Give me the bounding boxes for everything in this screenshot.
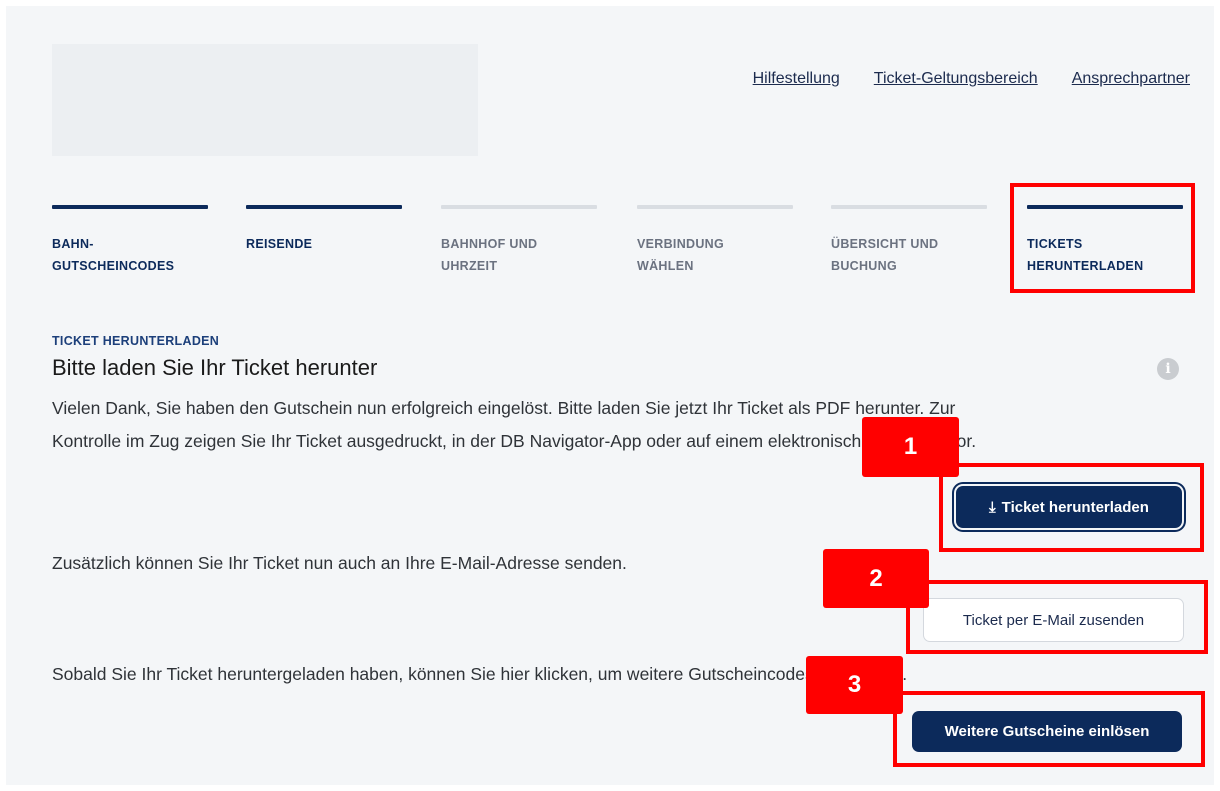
step-bar xyxy=(246,205,402,209)
highlight-box-3 xyxy=(893,691,1205,767)
intro-line-2: Kontrolle im Zug zeigen Sie Ihr Ticket a… xyxy=(52,431,977,451)
step-voucher-codes: BAHN- GUTSCHEINCODES xyxy=(52,205,208,277)
step-label: REISENDE xyxy=(246,237,313,251)
step-travelers: REISENDE xyxy=(246,205,402,255)
more-vouchers-hint: Sobald Sie Ihr Ticket heruntergeladen ha… xyxy=(52,664,908,684)
annotation-badge-2: 2 xyxy=(823,549,929,608)
info-icon[interactable]: i xyxy=(1157,358,1179,380)
step-bar xyxy=(52,205,208,209)
page-title: Bitte laden Sie Ihr Ticket herunter xyxy=(52,355,378,380)
intro-line-1: Vielen Dank, Sie haben den Gutschein nun… xyxy=(52,398,956,418)
step-label: ÜBERSICHT UND BUCHUNG xyxy=(831,237,939,273)
ticket-scope-link[interactable]: Ticket-Geltungsbereich xyxy=(874,70,1038,88)
highlight-box-2 xyxy=(906,580,1208,654)
contact-link[interactable]: Ansprechpartner xyxy=(1072,70,1190,88)
section-eyebrow: TICKET HERUNTERLADEN xyxy=(52,334,220,348)
highlight-step-box xyxy=(1010,183,1195,293)
step-overview-booking: ÜBERSICHT UND BUCHUNG xyxy=(831,205,987,277)
step-bar xyxy=(441,205,597,209)
annotation-badge-3: 3 xyxy=(806,656,903,714)
step-label: BAHN- GUTSCHEINCODES xyxy=(52,237,175,273)
step-bar xyxy=(831,205,987,209)
step-select-connection: VERBINDUNG WÄHLEN xyxy=(637,205,793,277)
logo-placeholder xyxy=(52,44,478,156)
highlight-box-1 xyxy=(939,463,1204,552)
help-link[interactable]: Hilfestellung xyxy=(753,70,840,88)
step-label: VERBINDUNG WÄHLEN xyxy=(637,237,725,273)
step-station-time: BAHNHOF UND UHRZEIT xyxy=(441,205,597,277)
step-bar xyxy=(637,205,793,209)
step-label: BAHNHOF UND UHRZEIT xyxy=(441,237,538,273)
annotation-badge-1: 1 xyxy=(862,417,959,477)
top-navigation: Hilfestellung Ticket-Geltungsbereich Ans… xyxy=(753,70,1190,88)
email-hint: Zusätzlich können Sie Ihr Ticket nun auc… xyxy=(52,553,627,573)
